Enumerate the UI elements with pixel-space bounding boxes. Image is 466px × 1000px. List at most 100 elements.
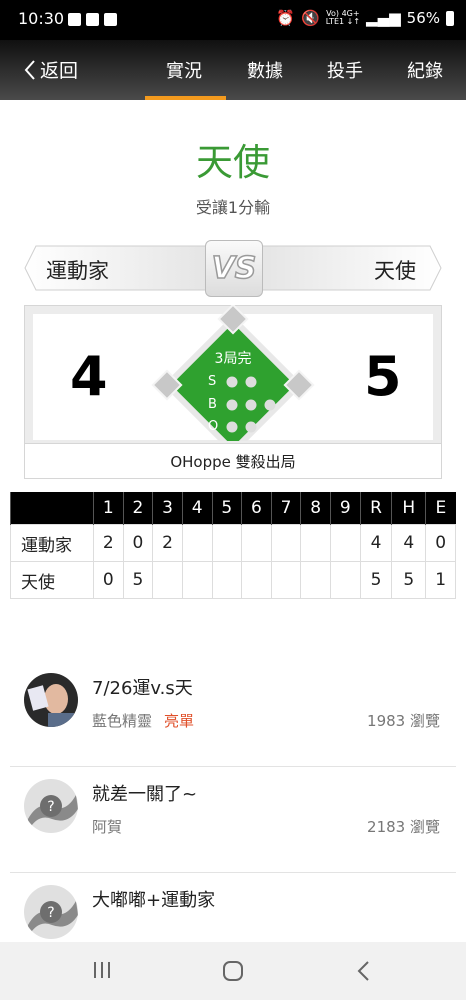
tab-pitchers[interactable]: 投手	[327, 57, 363, 83]
svg-text:?: ?	[47, 799, 54, 815]
mute-icon: 🔇	[301, 9, 320, 27]
header-cell: 8	[300, 492, 331, 525]
header-cell: 9	[330, 492, 361, 525]
default-avatar-icon: ?	[24, 779, 78, 833]
hits-cell: 5	[391, 561, 427, 599]
baseball-diamond	[151, 305, 315, 441]
back-button[interactable]: 返回	[24, 56, 78, 83]
header-cell: E	[425, 492, 456, 525]
inning-cell: 2	[93, 524, 124, 562]
hits-cell: 4	[391, 524, 427, 562]
errors-cell: 0	[425, 524, 456, 562]
header-cell: 1	[93, 492, 124, 525]
header-cell: H	[391, 492, 426, 525]
last-play-text: OHoppe 雙殺出局	[170, 452, 296, 471]
notification-icons	[68, 13, 117, 26]
strike-light	[245, 376, 257, 388]
header-cell: R	[359, 492, 392, 525]
header-cell: 3	[152, 492, 183, 525]
check-icon	[104, 13, 117, 26]
battery-level: 56%	[406, 9, 440, 27]
winning-team: 天使	[196, 141, 270, 184]
vs-badge: VS	[205, 240, 263, 297]
top-nav: 返回 實況 數據 投手 紀錄	[0, 40, 466, 100]
out-label: O	[208, 419, 219, 434]
post-author: 阿賀	[92, 818, 123, 836]
header-cell: 5	[211, 492, 242, 525]
home-team-name: 天使	[374, 259, 416, 283]
ball-light	[245, 399, 257, 411]
system-icons: ⏰ 🔇 Vo) 4G+ LTE1 ↓↑ ▂▄▆ 56%	[276, 9, 454, 27]
back-label: 返回	[40, 60, 79, 82]
home-score: 5	[364, 345, 402, 408]
line-score-table: 1 2 3 4 5 6 7 8 9 R H E 運動家 2 0 2 4 4 0 …	[10, 492, 456, 599]
table-row: 天使 0 5 5 5 1	[10, 561, 456, 599]
post-title: 就差一關了~	[92, 784, 198, 805]
alarm-icon: ⏰	[276, 9, 296, 27]
inning-cell	[181, 561, 213, 599]
back-nav-button[interactable]	[356, 960, 370, 982]
svg-text:?: ?	[47, 905, 54, 921]
active-tab-indicator	[145, 96, 226, 100]
post-title: 7/26運v.s天	[92, 678, 193, 699]
inning-cell	[211, 524, 243, 562]
inning-cell: 2	[152, 524, 183, 562]
inning-cell: 5	[122, 561, 154, 599]
inning-cell	[211, 561, 243, 599]
post-item[interactable]: 7/26運v.s天 藍色精靈 亮單 1983 瀏覽	[10, 660, 456, 767]
inning-cell: 0	[93, 561, 124, 599]
line-score-header: 1 2 3 4 5 6 7 8 9 R H E	[10, 492, 456, 525]
post-views: 1983 瀏覽	[367, 712, 440, 730]
out-light	[226, 421, 238, 433]
post-title: 大嘟嘟+運動家	[92, 890, 216, 911]
post-tag: 亮單	[164, 712, 195, 730]
header-cell	[10, 492, 94, 525]
inning-status: 3局完	[214, 351, 252, 367]
header-cell: 7	[270, 492, 301, 525]
clock: 10:30	[18, 9, 65, 28]
tab-stats[interactable]: 數據	[247, 57, 283, 83]
strike-light	[226, 376, 238, 388]
tab-records[interactable]: 紀錄	[407, 57, 443, 83]
team-cell: 運動家	[10, 524, 94, 562]
out-light	[245, 421, 257, 433]
mail-icon	[86, 13, 99, 26]
signal-icon: ▂▄▆	[366, 9, 401, 27]
away-team-name: 運動家	[46, 259, 109, 283]
inning-cell	[270, 524, 302, 562]
post-author: 藍色精靈	[92, 712, 153, 730]
header-cell: 4	[181, 492, 212, 525]
inning-cell	[241, 561, 272, 599]
runs-cell: 4	[359, 524, 393, 562]
chevron-left-icon	[24, 59, 35, 80]
ball-light	[226, 399, 238, 411]
inning-cell	[330, 524, 361, 562]
inning-cell	[300, 524, 331, 562]
default-avatar-icon: ?	[24, 885, 78, 939]
network-indicator: Vo) 4G+ LTE1 ↓↑	[325, 9, 361, 26]
header-cell: 6	[241, 492, 272, 525]
inning-cell	[241, 524, 272, 562]
team-cell: 天使	[10, 561, 94, 599]
post-item[interactable]: ? 就差一關了~ 阿賀 2183 瀏覽	[10, 766, 456, 873]
battery-icon	[446, 10, 454, 26]
inning-cell: 0	[122, 524, 154, 562]
header-cell: 2	[122, 492, 153, 525]
last-play-bar: OHoppe 雙殺出局	[24, 443, 442, 479]
tab-live[interactable]: 實況	[166, 57, 202, 83]
inning-cell	[270, 561, 302, 599]
gallery-icon	[68, 13, 81, 26]
handicap-note: 受讓1分輸	[195, 198, 271, 217]
inning-cell	[152, 561, 183, 599]
away-score: 4	[70, 345, 108, 408]
ball-label: B	[208, 397, 217, 412]
runs-cell: 5	[359, 561, 393, 599]
system-nav-bar	[0, 942, 466, 1000]
home-button[interactable]	[222, 960, 244, 982]
status-bar: 10:30 ⏰ 🔇 Vo) 4G+ LTE1 ↓↑ ▂▄▆ 56%	[0, 0, 466, 40]
inning-cell	[300, 561, 331, 599]
inning-cell	[181, 524, 213, 562]
table-row: 運動家 2 0 2 4 4 0	[10, 524, 456, 562]
inning-cell	[330, 561, 361, 599]
recent-apps-button[interactable]	[92, 960, 112, 980]
